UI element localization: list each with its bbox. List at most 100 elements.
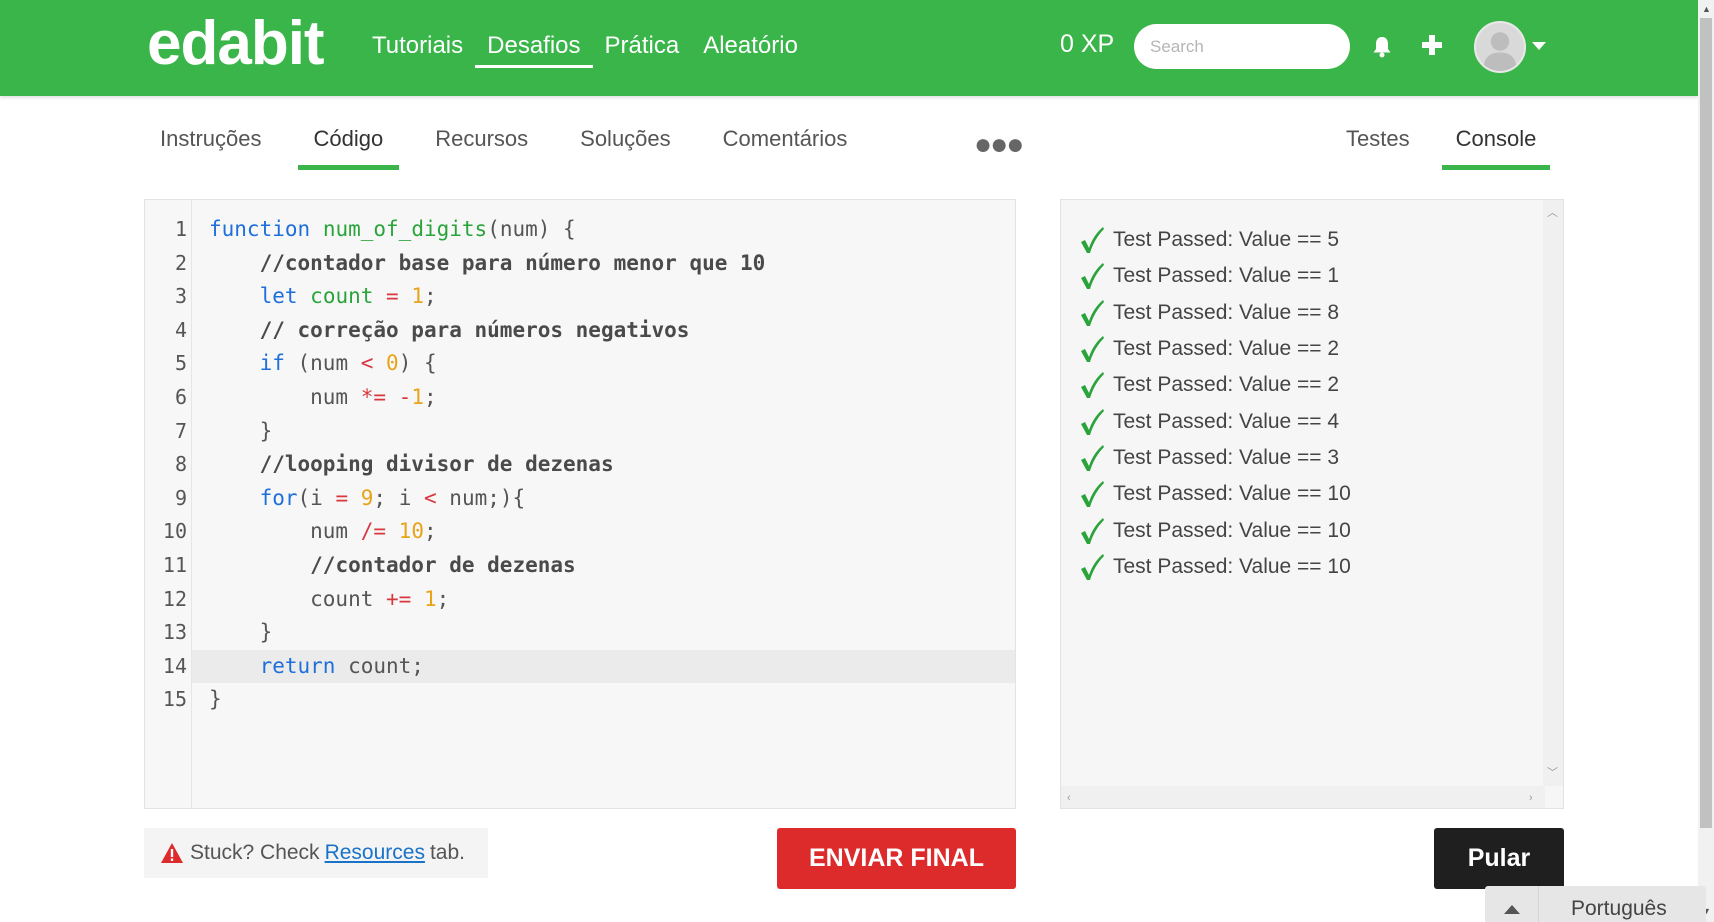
code-token: (i xyxy=(297,485,336,510)
search-input[interactable] xyxy=(1134,24,1350,69)
test-result-text: Test Passed: Value == 1 xyxy=(1113,264,1340,288)
code-line[interactable]: 8 //looping divisor de dezenas xyxy=(145,448,1015,482)
line-number: 14 xyxy=(162,653,187,678)
page-scrollbar[interactable]: ▲ ▼ xyxy=(1698,0,1714,922)
check-icon xyxy=(1081,299,1104,326)
code-token: *= xyxy=(360,385,387,409)
language-label: Português xyxy=(1571,897,1667,920)
code-token: } xyxy=(209,620,273,645)
console-horizontal-scrollbar[interactable] xyxy=(1061,786,1545,808)
code-line[interactable]: 5 if (num < 0) { xyxy=(145,347,1015,381)
code-line[interactable]: 10 num /= 10; xyxy=(145,515,1015,549)
skip-button[interactable]: Pular xyxy=(1434,828,1564,889)
test-result: Test Passed: Value == 5 xyxy=(1079,222,1351,258)
code-line[interactable]: 6 num *= -1; xyxy=(145,381,1015,415)
code-line[interactable]: 3 let count = 1; xyxy=(145,280,1015,314)
tab-recursos[interactable]: Recursos xyxy=(415,118,548,170)
tab-solucoes[interactable]: Soluções xyxy=(560,118,691,170)
tab-console[interactable]: Console xyxy=(1438,118,1555,170)
more-options-icon[interactable]: ●●● xyxy=(974,128,1024,162)
line-number: 8 xyxy=(174,452,187,477)
code-token: //looping divisor de dezenas xyxy=(259,452,614,477)
code-line[interactable]: 13 } xyxy=(145,616,1015,650)
code-token: < xyxy=(424,485,437,510)
code-token: (num) { xyxy=(487,217,576,241)
code-line[interactable]: 9 for(i = 9; i < num;){ xyxy=(145,482,1015,516)
console-scroll-up-icon[interactable]: ︿ xyxy=(1547,204,1558,220)
code-line[interactable]: 12 count += 1; xyxy=(145,583,1015,617)
code-text: //contador de dezenas xyxy=(209,549,576,583)
line-number: 2 xyxy=(174,250,187,275)
code-line[interactable]: 11 //contador de dezenas xyxy=(145,549,1015,583)
test-result-text: Test Passed: Value == 10 xyxy=(1113,554,1351,578)
tab-codigo[interactable]: Código xyxy=(294,118,404,170)
language-toggle[interactable] xyxy=(1485,886,1539,922)
code-line[interactable]: 14 return count; xyxy=(145,650,1015,684)
console-vertical-scrollbar[interactable] xyxy=(1543,200,1563,786)
code-text: let count = 1; xyxy=(209,280,437,314)
tab-instrucoes[interactable]: Instruções xyxy=(140,118,282,170)
nav-item-desafios[interactable]: Desafios xyxy=(475,0,593,96)
scrollbar-thumb[interactable] xyxy=(1700,18,1712,828)
check-icon xyxy=(1081,263,1104,290)
nav-item-pratica[interactable]: Prática xyxy=(593,0,692,96)
submit-final-button[interactable]: ENVIAR FINAL xyxy=(777,828,1016,889)
code-line[interactable]: 1 function num_of_digits(num) { xyxy=(145,213,1015,247)
code-token: if xyxy=(259,351,285,376)
code-token: += xyxy=(386,586,412,611)
caret-up-icon xyxy=(1503,904,1520,914)
code-token: 10 xyxy=(398,519,424,544)
code-text: num *= -1; xyxy=(209,381,437,415)
code-line[interactable]: 7 } xyxy=(145,415,1015,449)
check-icon xyxy=(1081,372,1104,399)
test-result: Test Passed: Value == 10 xyxy=(1079,549,1351,585)
tab-comentarios[interactable]: Comentários xyxy=(703,118,868,170)
nav-item-aleatorio[interactable]: Aleatório xyxy=(691,0,810,96)
console-scroll-down-icon[interactable]: ﹀ xyxy=(1547,764,1558,780)
code-token: 0 xyxy=(386,351,399,376)
resources-link[interactable]: Resources xyxy=(325,841,425,865)
test-result-text: Test Passed: Value == 8 xyxy=(1113,300,1340,324)
scroll-up-icon[interactable]: ▲ xyxy=(1702,4,1711,14)
code-line[interactable]: 15} xyxy=(145,683,1015,717)
edabit-logo[interactable]: edabit xyxy=(147,8,325,79)
code-text: } xyxy=(209,616,273,650)
code-line[interactable]: 4 // correção para números negativos xyxy=(145,314,1015,348)
plus-icon[interactable] xyxy=(1421,34,1443,56)
line-number: 3 xyxy=(174,284,187,309)
code-token: // correção para números negativos xyxy=(259,317,690,342)
nav-item-tutoriais[interactable]: Tutoriais xyxy=(360,0,475,96)
bell-icon[interactable] xyxy=(1372,36,1392,58)
code-text: if (num < 0) { xyxy=(209,347,437,381)
line-number: 9 xyxy=(174,485,187,510)
caret-down-icon[interactable] xyxy=(1532,42,1546,50)
xp-counter: 0 XP xyxy=(1060,30,1115,58)
code-token: ; i xyxy=(373,485,424,510)
test-result-text: Test Passed: Value == 2 xyxy=(1113,337,1340,361)
language-selector[interactable]: Português xyxy=(1485,886,1706,922)
test-result-text: Test Passed: Value == 10 xyxy=(1113,518,1351,542)
test-result-text: Test Passed: Value == 2 xyxy=(1113,373,1340,397)
code-token: for xyxy=(259,485,298,510)
avatar[interactable] xyxy=(1474,21,1526,73)
test-result: Test Passed: Value == 3 xyxy=(1079,440,1351,476)
code-token: num xyxy=(209,385,361,409)
code-text: return count; xyxy=(209,650,424,684)
tab-testes[interactable]: Testes xyxy=(1328,118,1428,170)
check-icon xyxy=(1081,227,1104,254)
test-result: Test Passed: Value == 10 xyxy=(1079,476,1351,512)
code-token: /= xyxy=(360,519,387,544)
console-scroll-right-icon[interactable]: › xyxy=(1529,792,1533,804)
code-editor[interactable]: 1 function num_of_digits(num) {2 //contad… xyxy=(144,199,1016,809)
line-number: 4 xyxy=(174,317,187,342)
code-line[interactable]: 2 //contador base para número menor que … xyxy=(145,247,1015,281)
console-scroll-left-icon[interactable]: ‹ xyxy=(1067,792,1071,804)
